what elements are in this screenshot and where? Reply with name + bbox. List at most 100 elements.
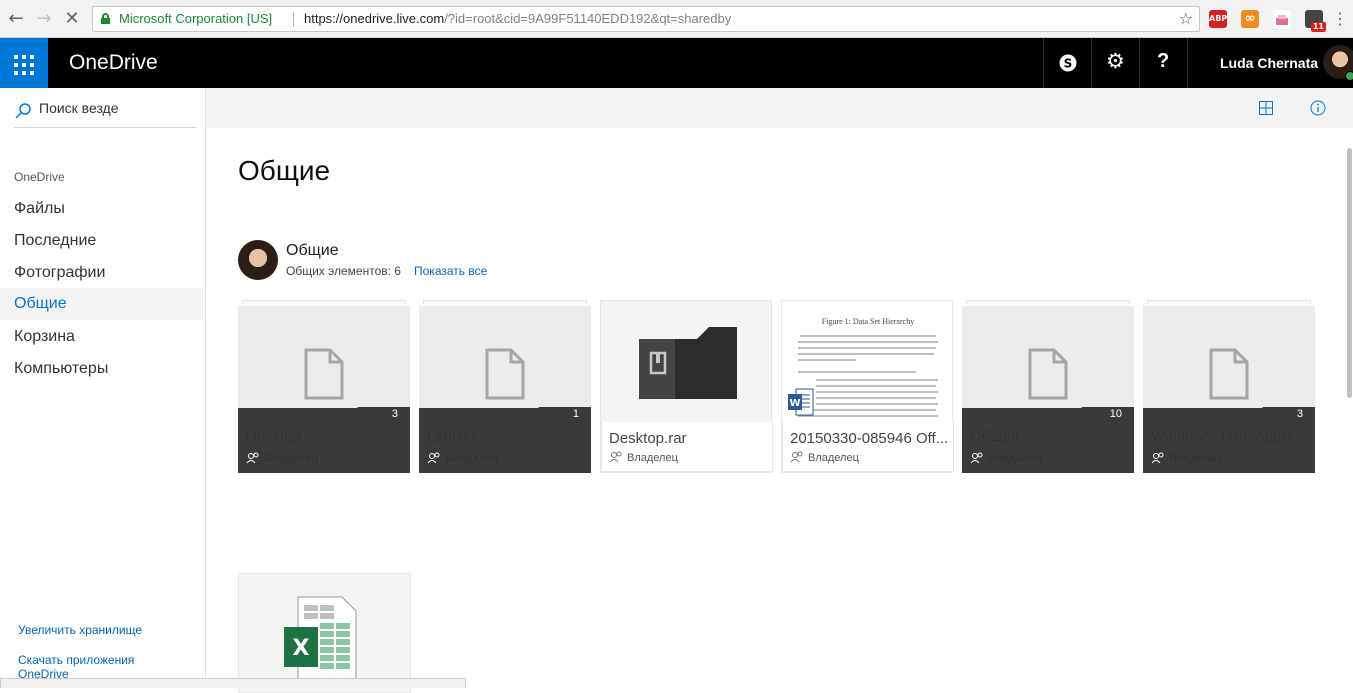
main-scrollbar[interactable] [1346, 128, 1353, 688]
svg-text:S: S [1064, 57, 1073, 71]
app-title[interactable]: OneDrive [69, 38, 158, 88]
word-icon: W [788, 388, 814, 416]
search-box[interactable]: Поиск везде [14, 98, 196, 128]
tile-role: Владелец [1151, 452, 1223, 465]
count-flag [344, 407, 410, 423]
count-flag [1068, 407, 1134, 423]
tile-role-label: Владелец [264, 453, 318, 465]
document-icon [485, 348, 525, 400]
item-count: 3 [1296, 408, 1303, 420]
header-divider [1187, 38, 1188, 88]
app-header: OneDrive S ⚙ ? Luda Chernata [0, 38, 1353, 88]
tile-name: Desktop.rar [609, 430, 687, 447]
browser-toolbar: ← → ✕ Microsoft Corporation [US] https:/… [0, 0, 1353, 38]
nav-item-shared[interactable]: Общие [0, 288, 205, 320]
skype-button[interactable]: S [1043, 38, 1091, 88]
svg-text:X: X [293, 636, 310, 661]
url-text[interactable]: https://onedrive.live.com/?id=root&cid=9… [304, 7, 731, 31]
people-icon [790, 451, 803, 463]
left-navigation: Поиск везде OneDrive Файлы Последние Фот… [0, 88, 206, 688]
get-apps-link[interactable]: Скачать приложения OneDrive [18, 653, 134, 681]
adblock-icon[interactable]: ABP [1209, 10, 1227, 28]
tile-role-label: Владелец [445, 453, 499, 465]
item-count: 3 [391, 408, 398, 420]
tile-name: Desktop [246, 428, 302, 445]
document-icon [1209, 348, 1249, 400]
preview-heading: Figure 1: Data Set Hierarchy [821, 317, 915, 326]
document-icon [1028, 348, 1068, 400]
forward-icon[interactable]: → [34, 9, 54, 29]
file-tile-excel[interactable]: X [238, 573, 411, 693]
get-apps-line1: Скачать приложения [18, 653, 135, 667]
tile-role-label: Владелец [627, 452, 678, 464]
nav-item-recent[interactable]: Последние [0, 225, 205, 257]
help-button[interactable]: ? [1139, 38, 1187, 88]
tile-name: Labfiles [427, 428, 479, 445]
people-icon [246, 452, 259, 464]
cake-icon[interactable] [1273, 10, 1291, 28]
count-flag [1249, 407, 1315, 423]
owner-avatar [238, 240, 278, 280]
preview-text-lines [798, 335, 938, 417]
tile-role: Владелец [790, 451, 859, 464]
show-all-link[interactable]: Показать все [414, 264, 487, 278]
address-bar[interactable]: Microsoft Corporation [US] https://onedr… [92, 6, 1200, 32]
address-separator [293, 12, 294, 27]
browser-menu-icon[interactable]: ⋮ [1330, 9, 1350, 29]
tile-role-label: Владелец [808, 452, 859, 464]
app-launcher-icon[interactable] [0, 38, 48, 88]
tile-thumbnail: 1 Labfiles Владелец [419, 306, 591, 473]
tile-thumbnail: Desktop.rar Владелец [600, 300, 773, 473]
lock-icon [101, 13, 110, 24]
infinity-icon[interactable]: ∞ [1241, 10, 1259, 28]
tile-thumbnail: Figure 1: Data Set Hierarchy W 20150330-… [781, 300, 954, 473]
gear-icon: ⚙ [1106, 49, 1125, 73]
presence-badge [1345, 71, 1353, 81]
people-icon [609, 451, 622, 463]
user-name[interactable]: Luda Chernata [1220, 38, 1318, 88]
folder-tile-windowsformsapplication[interactable]: 3 WindowsFormsApplic... Владелец [1143, 300, 1315, 473]
url-path: /?id=root&cid=9A99F51140EDD192&qt=shared… [444, 11, 732, 26]
nav-item-pcs[interactable]: Компьютеры [0, 353, 205, 385]
nav-item-photos[interactable]: Фотографии [0, 257, 205, 289]
upgrade-storage-link[interactable]: Увеличить хранилище [18, 623, 142, 637]
settings-button[interactable]: ⚙ [1091, 38, 1139, 88]
bookmark-star-icon[interactable]: ☆ [1179, 7, 1193, 31]
folder-stack-edge [423, 300, 587, 304]
nav-item-files[interactable]: Файлы [0, 193, 205, 225]
tile-name: WindowsFormsApplic... [1151, 428, 1308, 445]
tile-name: 20150330-085946 Off... [790, 430, 949, 447]
folder-stack-edge [966, 300, 1130, 304]
folder-tile-desktop[interactable]: 3 Desktop Владелец [238, 300, 410, 473]
grid-view-icon[interactable] [1259, 101, 1273, 115]
nav-section-label: OneDrive [14, 170, 65, 184]
tile-role-label: Владелец [988, 453, 1042, 465]
browser-status-bar [0, 678, 466, 688]
file-tile-word-document[interactable]: Figure 1: Data Set Hierarchy W 20150330-… [781, 300, 954, 473]
user-avatar[interactable] [1323, 45, 1353, 81]
folder-tile-labfiles[interactable]: 1 Labfiles Владелец [419, 300, 591, 473]
document-icon [304, 348, 344, 400]
people-icon [427, 452, 440, 464]
file-tile-desktop-rar[interactable]: Desktop.rar Владелец [600, 300, 773, 473]
tile-role: Владелец [970, 452, 1042, 465]
messenger-icon[interactable]: 11 [1305, 10, 1326, 32]
svg-text:W: W [789, 398, 800, 409]
tile-thumbnail: 10 Общая Владелец [962, 306, 1134, 473]
nav-item-recycle-bin[interactable]: Корзина [0, 321, 205, 353]
tile-thumbnail: 3 WindowsFormsApplic... Владелец [1143, 306, 1315, 473]
back-icon[interactable]: ← [6, 9, 26, 29]
document-preview: Figure 1: Data Set Hierarchy [796, 317, 940, 417]
url-host: https://onedrive.live.com [304, 11, 445, 26]
archive-icon [639, 327, 737, 399]
scrollbar-thumb[interactable] [1347, 148, 1352, 398]
page-title: Общие [238, 155, 331, 186]
folder-stack-edge [242, 300, 406, 304]
tile-thumbnail: 3 Desktop Владелец [238, 306, 410, 473]
folder-tile-obshaya[interactable]: 10 Общая Владелец [962, 300, 1134, 473]
tile-name: Общая [970, 428, 1020, 445]
stop-loading-icon[interactable]: ✕ [62, 9, 82, 29]
command-bar [206, 88, 1353, 128]
info-icon[interactable] [1310, 100, 1326, 116]
folder-stack-edge [1147, 300, 1311, 304]
